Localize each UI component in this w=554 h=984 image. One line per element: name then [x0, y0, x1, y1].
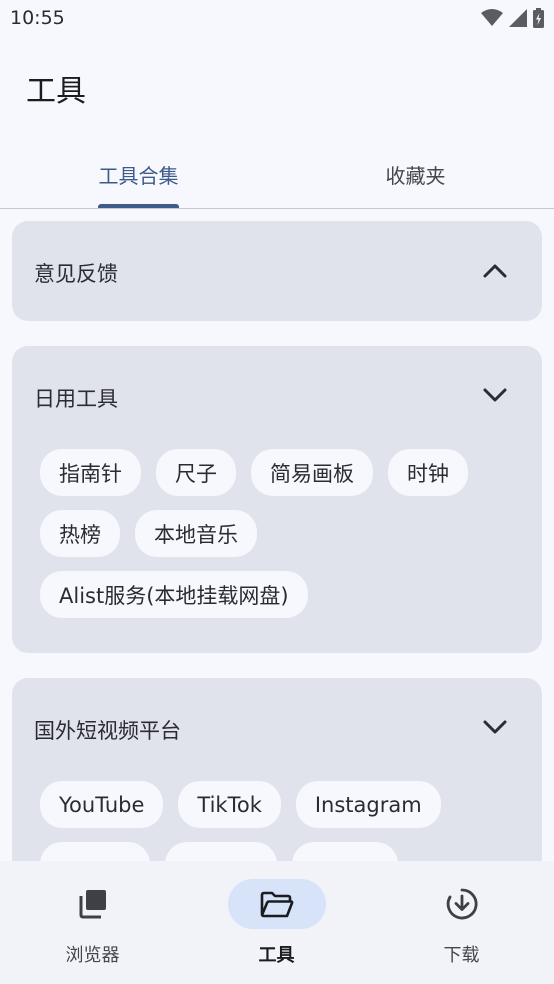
status-icons: [481, 8, 544, 28]
chevron-down-icon: [483, 720, 507, 734]
section-title: 日用工具: [34, 387, 118, 411]
chip-group: 指南针 尺子 简易画板 时钟 热榜 本地音乐 Alist服务(本地挂载网盘): [40, 449, 526, 618]
nav-item-download[interactable]: 下载: [369, 861, 554, 984]
section-feedback: 意见反馈: [12, 221, 542, 321]
battery-icon: [533, 8, 544, 28]
nav-pill: [413, 879, 511, 929]
nav-label: 浏览器: [65, 945, 120, 966]
section-header-feedback[interactable]: 意见反馈: [12, 221, 542, 321]
tab-favorites[interactable]: 收藏夹: [277, 140, 554, 208]
bottom-navigation: 浏览器 工具 下载: [0, 861, 554, 984]
nav-pill: [227, 879, 326, 929]
chevron-up-icon: [483, 264, 507, 278]
section-header-overseas-video[interactable]: 国外短视频平台: [12, 678, 542, 773]
page-title: 工具: [26, 74, 86, 109]
nav-item-tools[interactable]: 工具: [184, 861, 369, 984]
tab-bar: 工具合集 收藏夹: [0, 140, 554, 209]
chip-local-music[interactable]: 本地音乐: [135, 510, 257, 557]
download-circle-icon: [446, 888, 478, 920]
nav-item-browser[interactable]: 浏览器: [0, 861, 185, 984]
section-overseas-video: 国外短视频平台 YouTube TikTok Instagram: [12, 678, 542, 861]
section-header-daily-tools[interactable]: 日用工具: [12, 346, 542, 436]
chip-trending[interactable]: 热榜: [40, 510, 120, 557]
nav-label: 工具: [258, 945, 295, 966]
section-daily-tools: 日用工具 指南针 尺子 简易画板 时钟 热榜 本地音乐 Alist服务(本地挂载…: [12, 346, 542, 653]
chip-clock[interactable]: 时钟: [388, 449, 468, 496]
chip-youtube[interactable]: YouTube: [40, 781, 164, 828]
nav-label: 下载: [443, 945, 480, 966]
chip-group: YouTube TikTok Instagram: [40, 781, 526, 861]
chip-instagram[interactable]: Instagram: [295, 781, 441, 828]
tool-sections-list[interactable]: 意见反馈 日用工具 指南针 尺子 简易画板 时钟 热榜 本地音乐 Alist服务…: [0, 209, 554, 861]
tab-indicator: [98, 204, 179, 208]
chip-hidden-3[interactable]: [292, 842, 398, 861]
tabs-icon: [79, 890, 106, 919]
chip-tiktok[interactable]: TikTok: [178, 781, 281, 828]
chevron-down-icon: [483, 388, 507, 402]
status-bar: 10:55: [0, 0, 554, 38]
wifi-icon: [481, 9, 503, 26]
signal-icon: [509, 9, 527, 27]
tab-tool-collection[interactable]: 工具合集: [0, 140, 277, 208]
chip-hidden-1[interactable]: [40, 842, 150, 861]
chip-ruler[interactable]: 尺子: [156, 449, 236, 496]
nav-pill: [44, 879, 142, 929]
chip-hidden-2[interactable]: [165, 842, 277, 861]
folder-open-icon: [260, 891, 293, 918]
status-time: 10:55: [10, 7, 65, 29]
chip-alist-service[interactable]: Alist服务(本地挂载网盘): [40, 571, 308, 618]
section-title: 意见反馈: [34, 262, 118, 286]
chip-drawing-board[interactable]: 简易画板: [251, 449, 373, 496]
section-title: 国外短视频平台: [34, 719, 181, 743]
tab-label: 工具合集: [98, 164, 179, 188]
tab-label: 收藏夹: [385, 164, 446, 188]
chip-compass[interactable]: 指南针: [40, 449, 141, 496]
